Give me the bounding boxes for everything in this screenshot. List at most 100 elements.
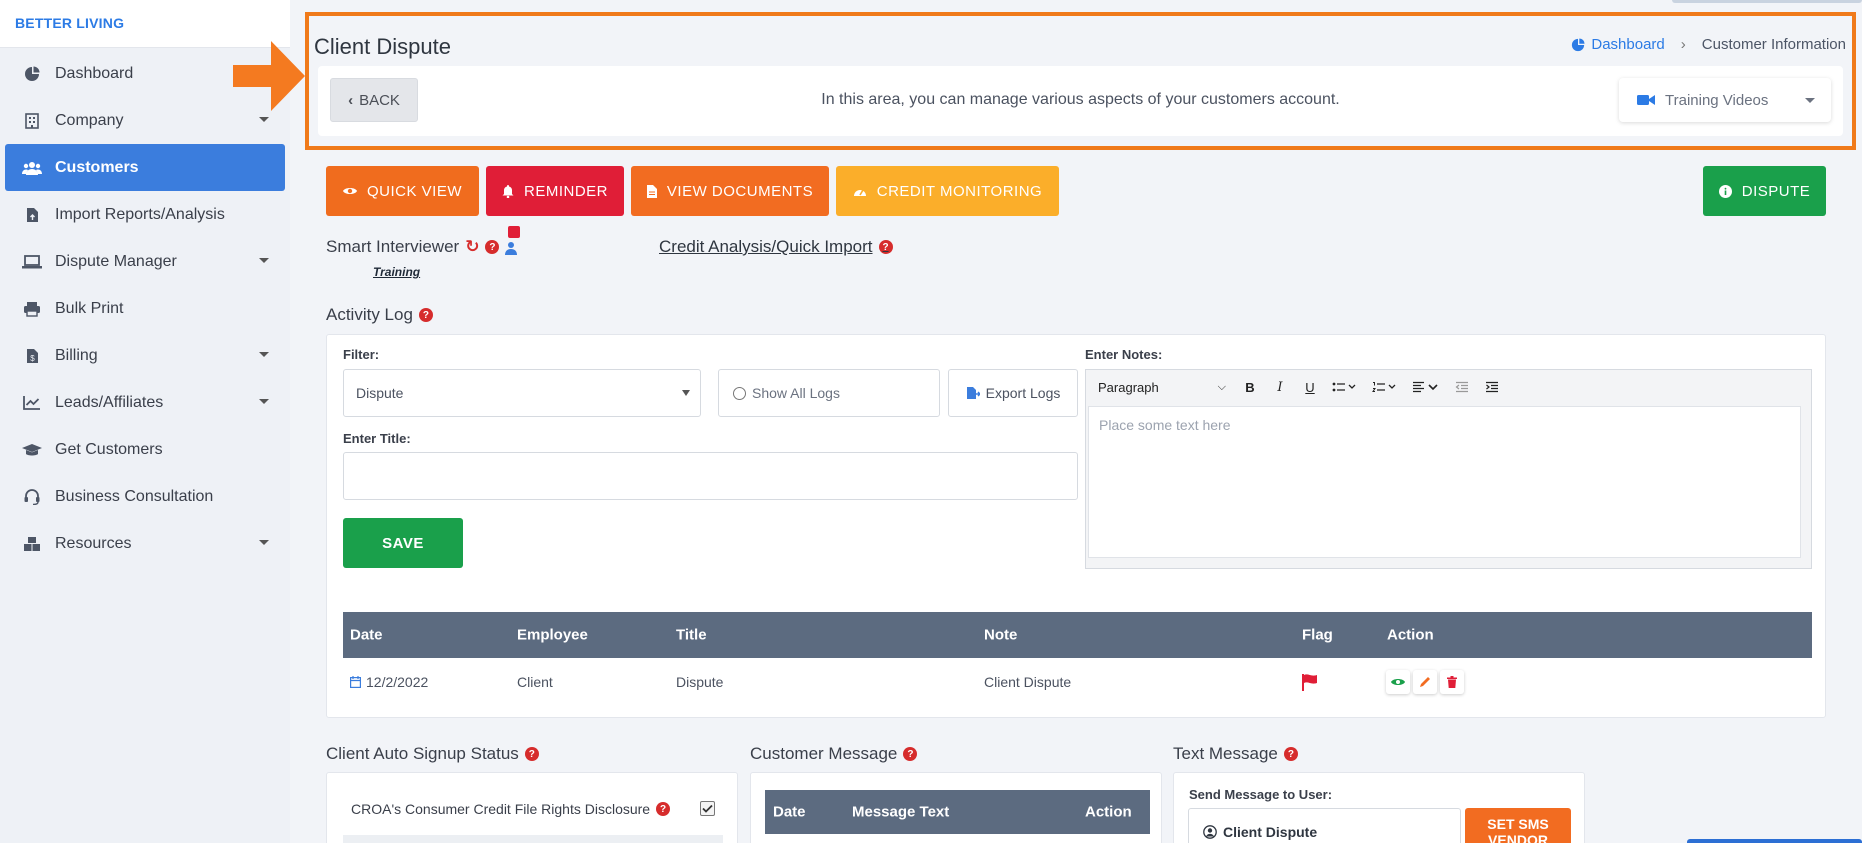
numbered-list-button[interactable] [1368, 375, 1402, 399]
help-icon[interactable]: ? [878, 240, 893, 254]
help-icon[interactable]: ? [1283, 747, 1298, 761]
table-header-row: Date Employee Title Note Flag Action [343, 612, 1812, 658]
outdent-button[interactable] [1450, 375, 1474, 399]
column-header-note: Note [984, 626, 1018, 644]
refresh-icon[interactable]: ↻ [465, 237, 479, 257]
quick-view-label: QUICK VIEW [366, 182, 462, 200]
calendar-icon [350, 676, 361, 688]
view-documents-button[interactable]: VIEW DOCUMENTS [631, 166, 829, 216]
breadcrumb-dashboard-link[interactable]: Dashboard [1571, 36, 1665, 53]
chevron-down-icon [259, 117, 269, 122]
align-left-icon [1413, 381, 1438, 393]
highlight-arrow-icon [233, 41, 305, 111]
indent-icon [1486, 381, 1498, 393]
document-icon [646, 184, 657, 198]
help-icon[interactable]: ? [524, 747, 539, 761]
view-button[interactable] [1386, 670, 1410, 694]
credit-monitoring-button[interactable]: CREDIT MONITORING [836, 166, 1059, 216]
indent-button[interactable] [1480, 375, 1504, 399]
chevron-down-icon [259, 258, 269, 263]
sidebar-item-label: Dashboard [55, 64, 134, 82]
svg-text:$: $ [30, 354, 35, 363]
sidebar-item-leads-affiliates[interactable]: Leads/Affiliates [5, 379, 285, 426]
sidebar-item-customers[interactable]: Customers [5, 144, 285, 191]
help-icon[interactable]: ? [903, 747, 918, 761]
boxes-icon [21, 533, 43, 555]
sidebar-nav: Dashboard Company Customers Import Repor… [0, 48, 290, 567]
italic-button[interactable]: I [1268, 375, 1292, 399]
radio-circle-icon [733, 386, 746, 400]
reminder-button[interactable]: REMINDER [486, 166, 624, 216]
user-tie-icon[interactable] [505, 226, 521, 255]
row-date-cell: 12/2/2022 [350, 674, 428, 690]
row-employee: Client [517, 674, 553, 690]
flag-icon[interactable] [1301, 673, 1319, 691]
chart-line-icon [21, 392, 43, 414]
file-upload-icon [21, 204, 43, 226]
croa-checkbox[interactable] [700, 801, 715, 816]
chevron-down-icon [259, 352, 269, 357]
quick-view-button[interactable]: QUICK VIEW [326, 166, 479, 216]
eye-icon [342, 188, 357, 194]
sidebar-item-billing[interactable]: $ Billing [5, 332, 285, 379]
text-message-title-label: Text Message [1173, 744, 1278, 763]
delete-button[interactable] [1440, 670, 1464, 694]
chevron-down-icon [1805, 98, 1815, 103]
bold-button[interactable]: B [1238, 375, 1262, 399]
trash-icon [1447, 676, 1457, 688]
dispute-button[interactable]: DISPUTE [1703, 166, 1826, 216]
recipient-select[interactable]: Client Dispute [1188, 808, 1461, 843]
send-message-label: Send Message to User: [1189, 787, 1333, 802]
column-header-action: Action [1387, 626, 1434, 644]
activity-log-card: Filter: Dispute Show All Logs Export Log… [326, 334, 1826, 718]
title-input[interactable] [343, 452, 1078, 500]
pencil-icon [1420, 677, 1430, 687]
set-sms-vendor-button[interactable]: SET SMS VENDOR [1465, 808, 1571, 843]
save-button[interactable]: SAVE [343, 518, 463, 568]
underline-button[interactable]: U [1298, 375, 1322, 399]
checkmark-icon [702, 804, 713, 813]
outdent-icon [1455, 381, 1468, 393]
help-icon[interactable]: ? [656, 802, 671, 816]
building-icon [21, 110, 43, 132]
sidebar-item-get-customers[interactable]: Get Customers [5, 426, 285, 473]
client-auto-signup-title-label: Client Auto Signup Status [326, 744, 519, 763]
video-camera-icon [1637, 95, 1655, 105]
export-logs-button[interactable]: Export Logs [948, 369, 1078, 417]
sidebar-item-resources[interactable]: Resources [5, 520, 285, 567]
sidebar-item-bulk-print[interactable]: Bulk Print [5, 285, 285, 332]
filter-select[interactable]: Dispute [343, 369, 701, 417]
customer-message-title: Customer Message ? [750, 744, 918, 764]
filter-select-value: Dispute [356, 385, 404, 401]
table-row: 12/2/2022 Client Dispute Client Dispute [343, 658, 1812, 706]
sidebar-item-dispute-manager[interactable]: Dispute Manager [5, 238, 285, 285]
paragraph-format-select[interactable]: Paragraph ⌵ [1092, 375, 1232, 399]
paragraph-format-label: Paragraph [1098, 379, 1159, 395]
row-actions [1386, 670, 1464, 694]
show-all-logs-radio[interactable]: Show All Logs [718, 369, 940, 417]
training-videos-dropdown[interactable]: Training Videos [1619, 78, 1831, 122]
help-icon[interactable]: ? [485, 240, 500, 254]
help-icon[interactable]: ? [418, 308, 433, 322]
graduation-cap-icon [21, 439, 43, 461]
sidebar-item-business-consultation[interactable]: Business Consultation [5, 473, 285, 520]
smart-interviewer-label[interactable]: Smart Interviewer [326, 237, 459, 257]
edit-button[interactable] [1413, 670, 1437, 694]
bulleted-list-button[interactable] [1328, 375, 1362, 399]
client-auto-signup-title: Client Auto Signup Status ? [326, 744, 539, 764]
customer-message-title-label: Customer Message [750, 744, 898, 763]
credit-analysis-link[interactable]: Credit Analysis/Quick Import ? [659, 237, 893, 257]
text-message-card: Send Message to User: Client Dispute SET… [1173, 772, 1585, 843]
training-videos-label: Training Videos [1665, 91, 1769, 109]
sidebar-item-label: Import Reports/Analysis [55, 205, 225, 223]
bulleted-list-icon [1332, 382, 1356, 392]
sidebar-item-import-reports[interactable]: Import Reports/Analysis [5, 191, 285, 238]
sidebar-item-label: Business Consultation [55, 487, 214, 505]
row-title: Dispute [676, 674, 724, 690]
bold-icon: B [1245, 379, 1255, 395]
training-link[interactable]: Training [373, 265, 420, 279]
notes-editor-area[interactable]: Place some text here [1088, 406, 1801, 558]
notification-badge [508, 226, 521, 238]
align-button[interactable] [1408, 375, 1444, 399]
recipient-name: Client Dispute [1223, 824, 1318, 840]
